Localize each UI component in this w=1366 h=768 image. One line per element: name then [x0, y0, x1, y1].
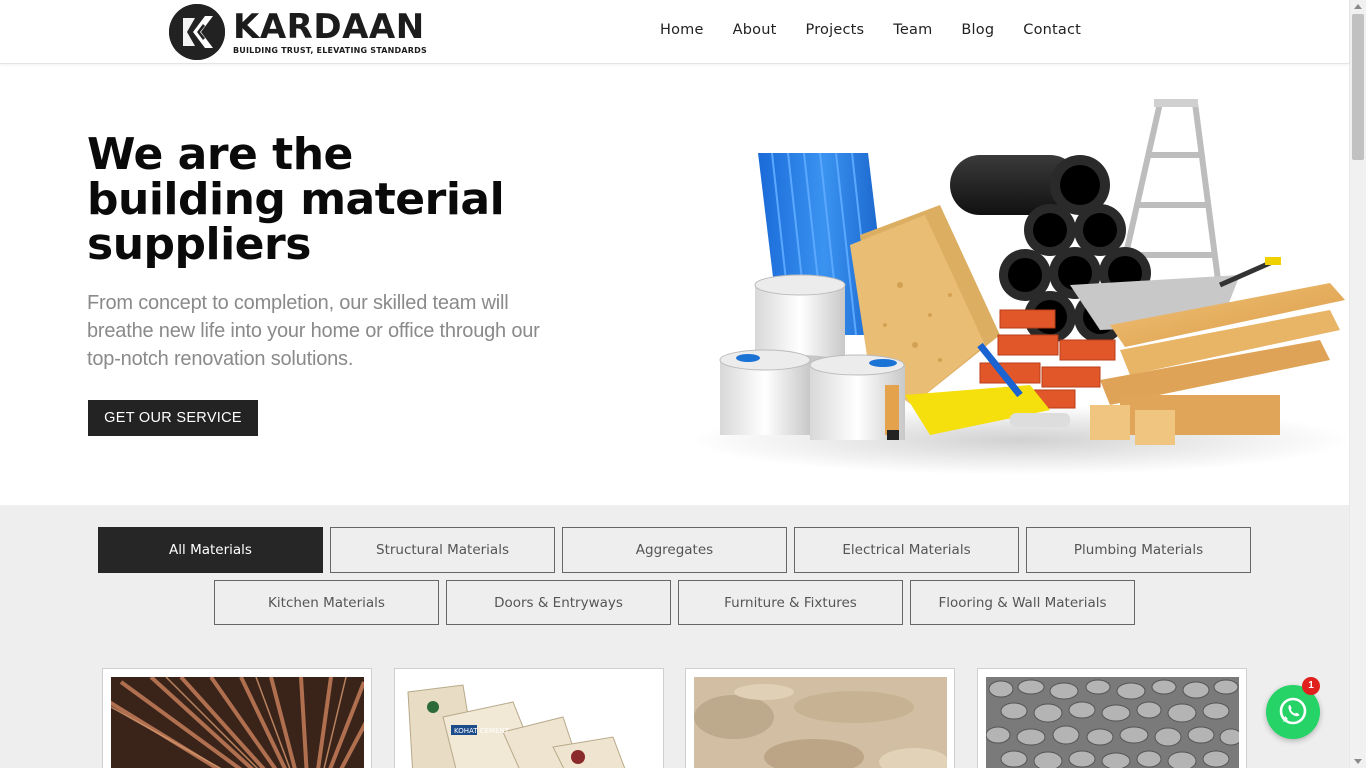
scroll-down-arrow-icon[interactable] [1354, 759, 1362, 764]
filter-plumbing-materials[interactable]: Plumbing Materials [1026, 527, 1251, 573]
sand-image [694, 677, 947, 768]
product-card[interactable] [102, 668, 372, 768]
main-nav: Home About Projects Team Blog Contact [660, 22, 1110, 38]
nav-home[interactable]: Home [660, 22, 704, 38]
building-materials-illustration [680, 95, 1350, 475]
logo[interactable]: KARDAAN BUILDING TRUST, ELEVATING STANDA… [169, 4, 427, 60]
product-card[interactable] [685, 668, 955, 768]
nav-blog[interactable]: Blog [961, 22, 994, 38]
gravel-image [986, 677, 1239, 768]
nav-team[interactable]: Team [893, 22, 932, 38]
hero-title-line-1: We are the [87, 129, 353, 180]
site-header: KARDAAN BUILDING TRUST, ELEVATING STANDA… [0, 0, 1349, 64]
page-scrollbar[interactable] [1349, 0, 1366, 768]
nav-about[interactable]: About [733, 22, 777, 38]
hero-subtitle: From concept to completion, our skilled … [87, 292, 540, 370]
product-card[interactable]: KOHAT CEMENT [394, 668, 664, 768]
filter-structural-materials[interactable]: Structural Materials [330, 527, 555, 573]
cement-bags-image: KOHAT CEMENT [403, 677, 656, 768]
whatsapp-badge: 1 [1302, 677, 1320, 695]
logo-mark-icon [169, 4, 225, 60]
nav-projects[interactable]: Projects [806, 22, 865, 38]
scroll-up-arrow-icon[interactable] [1354, 4, 1362, 9]
brand-name: KARDAAN [233, 6, 425, 47]
get-our-service-button[interactable]: GET OUR SERVICE [88, 400, 258, 436]
filter-doors-entryways[interactable]: Doors & Entryways [446, 580, 671, 625]
hero-title-line-2: building material [87, 174, 505, 225]
filter-kitchen-materials[interactable]: Kitchen Materials [214, 580, 439, 625]
filter-furniture-fixtures[interactable]: Furniture & Fixtures [678, 580, 903, 625]
steel-rebar-image [111, 677, 364, 768]
logo-text: KARDAAN BUILDING TRUST, ELEVATING STANDA… [233, 10, 427, 55]
cement-brand-text: KOHAT CEMENT [454, 727, 510, 735]
brand-tagline: BUILDING TRUST, ELEVATING STANDARDS [233, 45, 427, 55]
scroll-thumb[interactable] [1352, 14, 1364, 160]
filter-electrical-materials[interactable]: Electrical Materials [794, 527, 1019, 573]
nav-contact[interactable]: Contact [1023, 22, 1081, 38]
product-card[interactable] [977, 668, 1247, 768]
filter-all-materials[interactable]: All Materials [98, 527, 323, 573]
hero-title: We are the building material suppliers [87, 132, 567, 267]
filter-aggregates[interactable]: Aggregates [562, 527, 787, 573]
materials-section: All Materials Structural Materials Aggre… [0, 505, 1349, 768]
hero-section: We are the building material suppliers F… [0, 65, 1350, 505]
filter-flooring-wall-materials[interactable]: Flooring & Wall Materials [910, 580, 1135, 625]
hero-title-line-3: suppliers [87, 219, 311, 270]
